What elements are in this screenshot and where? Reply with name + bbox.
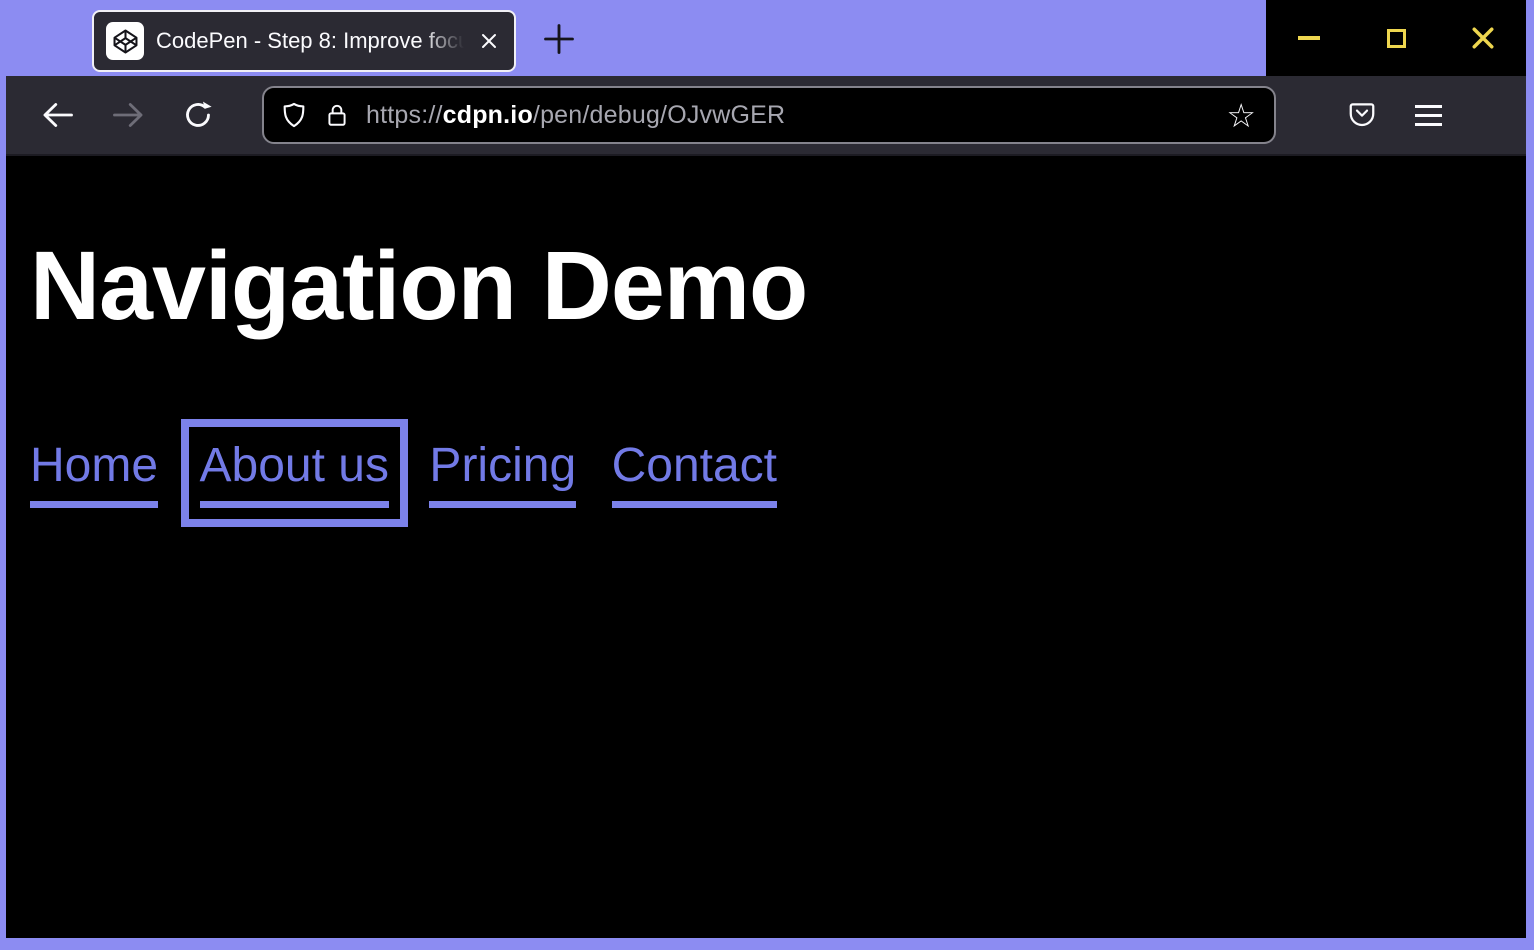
forward-arrow-icon bbox=[110, 97, 146, 133]
app-menu-button[interactable] bbox=[1404, 91, 1452, 139]
nav-link-home[interactable]: Home bbox=[30, 438, 158, 508]
pocket-icon bbox=[1347, 100, 1377, 130]
address-bar[interactable]: https://cdpn.io/pen/debug/OJvwGER ☆ bbox=[262, 86, 1276, 144]
back-arrow-icon bbox=[40, 97, 76, 133]
pocket-button[interactable] bbox=[1338, 91, 1386, 139]
maximize-icon bbox=[1387, 29, 1406, 48]
browser-window: CodePen - Step 8: Improve focu bbox=[0, 0, 1534, 950]
close-icon bbox=[1469, 24, 1497, 52]
url-path: /pen/debug/OJvwGER bbox=[533, 101, 785, 129]
browser-toolbar: https://cdpn.io/pen/debug/OJvwGER ☆ bbox=[6, 76, 1526, 156]
bookmark-star-icon[interactable]: ☆ bbox=[1224, 99, 1258, 132]
browser-titlebar[interactable]: CodePen - Step 8: Improve focu bbox=[0, 0, 1534, 76]
maximize-button[interactable] bbox=[1353, 0, 1440, 76]
tab-title: CodePen - Step 8: Improve focu bbox=[156, 27, 464, 55]
forward-button[interactable] bbox=[104, 91, 152, 139]
shield-icon[interactable] bbox=[280, 101, 308, 129]
plus-icon bbox=[540, 20, 578, 58]
lock-icon bbox=[324, 102, 350, 128]
main-nav: Home About us Pricing Contact bbox=[30, 438, 1526, 508]
window-controls bbox=[1266, 0, 1526, 76]
url-scheme: https:// bbox=[366, 101, 443, 129]
nav-link-about-us[interactable]: About us bbox=[200, 438, 389, 508]
close-window-button[interactable] bbox=[1439, 0, 1526, 76]
back-button[interactable] bbox=[34, 91, 82, 139]
nav-link-contact[interactable]: Contact bbox=[612, 438, 777, 508]
nav-link-pricing[interactable]: Pricing bbox=[429, 438, 576, 508]
page-content: Navigation Demo Home About us Pricing Co… bbox=[6, 156, 1526, 938]
new-tab-button[interactable] bbox=[534, 16, 584, 62]
codepen-favicon-icon bbox=[106, 22, 144, 60]
url-text[interactable]: https://cdpn.io/pen/debug/OJvwGER bbox=[366, 101, 785, 130]
url-domain: cdpn.io bbox=[443, 101, 533, 129]
minimize-icon bbox=[1298, 36, 1320, 40]
reload-icon bbox=[181, 98, 215, 132]
page-heading: Navigation Demo bbox=[30, 230, 1526, 342]
reload-button[interactable] bbox=[174, 91, 222, 139]
browser-tab[interactable]: CodePen - Step 8: Improve focu bbox=[92, 10, 516, 72]
hamburger-icon bbox=[1415, 105, 1442, 126]
minimize-button[interactable] bbox=[1266, 0, 1353, 76]
tab-close-icon[interactable] bbox=[476, 28, 502, 54]
